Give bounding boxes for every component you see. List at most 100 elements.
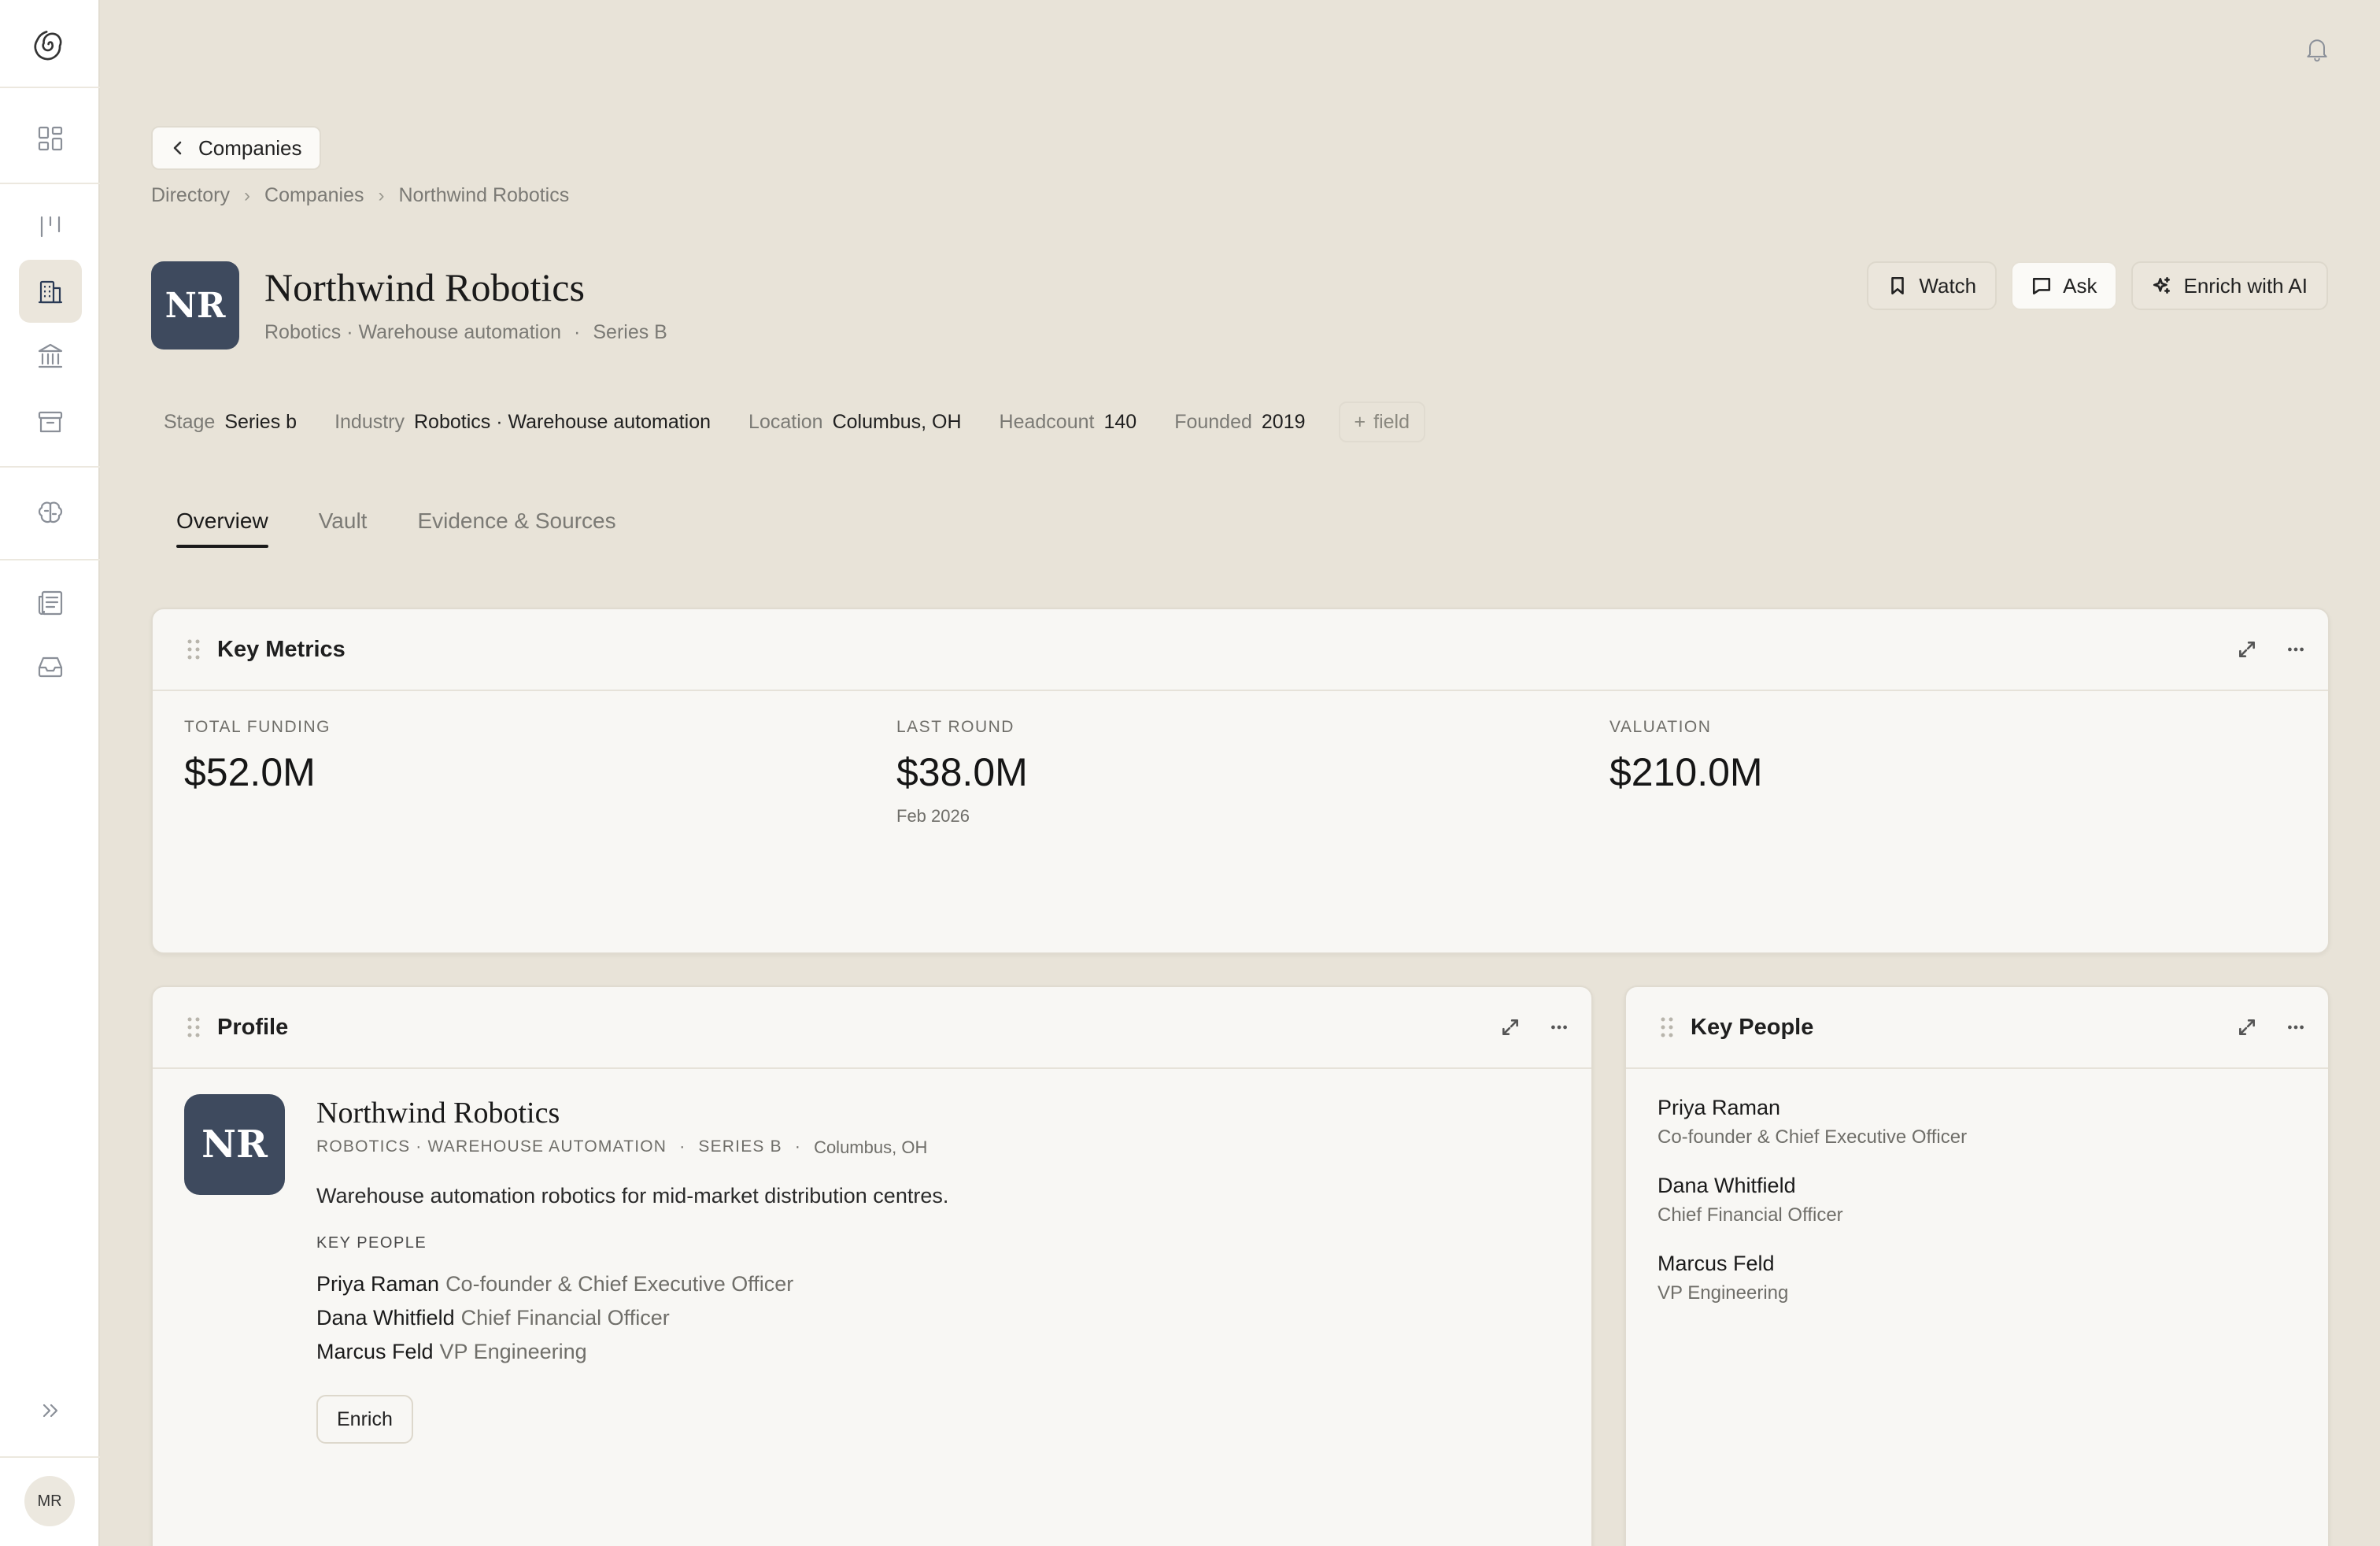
profile-logo: NR [184,1094,285,1195]
separator: · [574,321,581,343]
expand-icon[interactable] [2237,639,2257,660]
ask-button[interactable]: Ask [2011,261,2118,310]
drag-handle-icon[interactable] [186,1015,201,1039]
metric-total-funding: TOTAL FUNDING $52.0M [184,718,331,795]
person-name[interactable]: Marcus Feld [316,1340,434,1363]
card-header: Key Metrics [153,609,2328,691]
person-role: VP Engineering [1658,1282,1789,1304]
add-field-label: field [1373,410,1410,433]
tab-evidence-sources[interactable]: Evidence & Sources [417,509,615,548]
field-key: Industry [334,410,405,433]
dashboard-icon[interactable] [19,107,82,170]
ask-label: Ask [2063,273,2097,298]
profile-industry: ROBOTICS · WAREHOUSE AUTOMATION [316,1137,667,1156]
page-title: Northwind Robotics [264,265,585,309]
profile-location: Columbus, OH [814,1137,928,1157]
tab-vault[interactable]: Vault [319,509,368,548]
profile-description: Warehouse automation robotics for mid-ma… [316,1184,949,1208]
inbox-icon[interactable] [19,634,82,697]
expand-sidebar-icon[interactable] [19,1379,82,1442]
sidebar: MR [0,0,100,1546]
field-stage[interactable]: Stage Series b [151,401,309,442]
list-item[interactable]: Priya Raman Co-founder & Chief Executive… [1658,1096,1967,1148]
sidebar-divider [0,1456,100,1458]
field-industry[interactable]: Industry Robotics · Warehouse automation [322,401,723,442]
app-logo-icon[interactable] [19,13,82,76]
pipeline-icon[interactable] [19,195,82,258]
company-subtitle: Robotics · Warehouse automation · Series… [264,321,667,344]
add-field-button[interactable]: + field [1338,401,1425,442]
news-icon[interactable] [19,571,82,634]
chat-icon [2033,278,2051,295]
profile-card: Profile [151,986,1593,1546]
list-item[interactable]: Dana Whitfield Chief Financial Officer [1658,1174,1843,1226]
back-to-companies-button[interactable]: Companies [151,126,321,170]
card-header: Profile [153,987,1591,1069]
separator: · [679,1137,686,1156]
companies-icon[interactable] [19,260,82,323]
sidebar-divider [0,559,100,560]
profile-people-list: Priya Raman Co-founder & Chief Executive … [316,1267,793,1369]
more-options-icon[interactable] [1549,1017,1569,1037]
profile-meta: ROBOTICS · WAREHOUSE AUTOMATION · SERIES… [316,1137,927,1158]
watch-button[interactable]: Watch [1867,261,1998,310]
more-options-icon[interactable] [2286,639,2306,660]
notifications-bell-icon[interactable] [2303,35,2334,66]
tab-overview[interactable]: Overview [176,509,268,548]
person-name[interactable]: Dana Whitfield [316,1306,455,1330]
field-value: Series b [224,410,298,433]
back-button-label: Companies [198,135,302,160]
card-tools [2237,1017,2306,1037]
field-key: Stage [164,410,216,433]
field-value: 140 [1103,410,1137,433]
drag-handle-icon[interactable] [186,638,201,661]
card-title: Key People [1691,1014,1814,1040]
person-name: Marcus Feld [1658,1252,1775,1275]
enrich-with-ai-button[interactable]: Enrich with AI [2131,261,2328,310]
person-role: VP Engineering [439,1340,587,1363]
more-options-icon[interactable] [2286,1017,2306,1037]
field-value: 2019 [1261,410,1306,433]
header-actions: Watch Ask Enrich with AI [1867,261,2328,310]
person-name: Priya Raman [1658,1096,1781,1119]
institution-icon[interactable] [19,324,82,387]
list-item[interactable]: Marcus Feld VP Engineering [1658,1252,1788,1304]
enrich-ai-label: Enrich with AI [2183,273,2308,298]
sidebar-divider [0,466,100,468]
list-item: Dana Whitfield Chief Financial Officer [316,1301,793,1335]
card-tools [2237,639,2306,660]
enrich-button[interactable]: Enrich [316,1395,413,1444]
card-header: Key People [1626,987,2328,1069]
user-avatar[interactable]: MR [24,1476,75,1526]
brain-icon[interactable] [19,482,82,545]
breadcrumb-companies[interactable]: Companies [264,184,364,207]
chevron-right-icon: › [378,184,385,206]
expand-icon[interactable] [1500,1017,1521,1037]
person-name[interactable]: Priya Raman [316,1272,439,1296]
metric-note: Feb 2026 [896,806,970,826]
person-role: Chief Financial Officer [460,1306,670,1330]
field-key: Founded [1174,410,1252,433]
expand-icon[interactable] [2237,1017,2257,1037]
card-tools [1500,1017,1569,1037]
breadcrumb-directory[interactable]: Directory [151,184,230,207]
person-name: Dana Whitfield [1658,1174,1796,1197]
list-item: Priya Raman Co-founder & Chief Executive … [316,1267,793,1301]
field-value: Columbus, OH [832,410,962,433]
drag-handle-icon[interactable] [1659,1015,1675,1039]
archive-icon[interactable] [19,390,82,453]
metric-value: $38.0M [896,750,1028,794]
tab-bar: Overview Vault Evidence & Sources [176,509,616,548]
key-metrics-card: Key Metrics [151,608,2330,954]
breadcrumb: Directory › Companies › Northwind Roboti… [151,184,569,207]
metric-last-round: LAST ROUND $38.0M Feb 2026 [896,718,1028,827]
field-headcount[interactable]: Headcount 140 [987,401,1150,442]
field-location[interactable]: Location Columbus, OH [736,401,974,442]
field-key: Location [748,410,823,433]
metric-valuation: VALUATION $210.0M [1609,718,1763,795]
card-title: Profile [217,1014,289,1040]
person-role: Chief Financial Officer [1658,1204,1843,1226]
chevron-left-icon [173,141,182,155]
metric-label: VALUATION [1609,718,1712,736]
field-founded[interactable]: Founded 2019 [1162,401,1318,442]
